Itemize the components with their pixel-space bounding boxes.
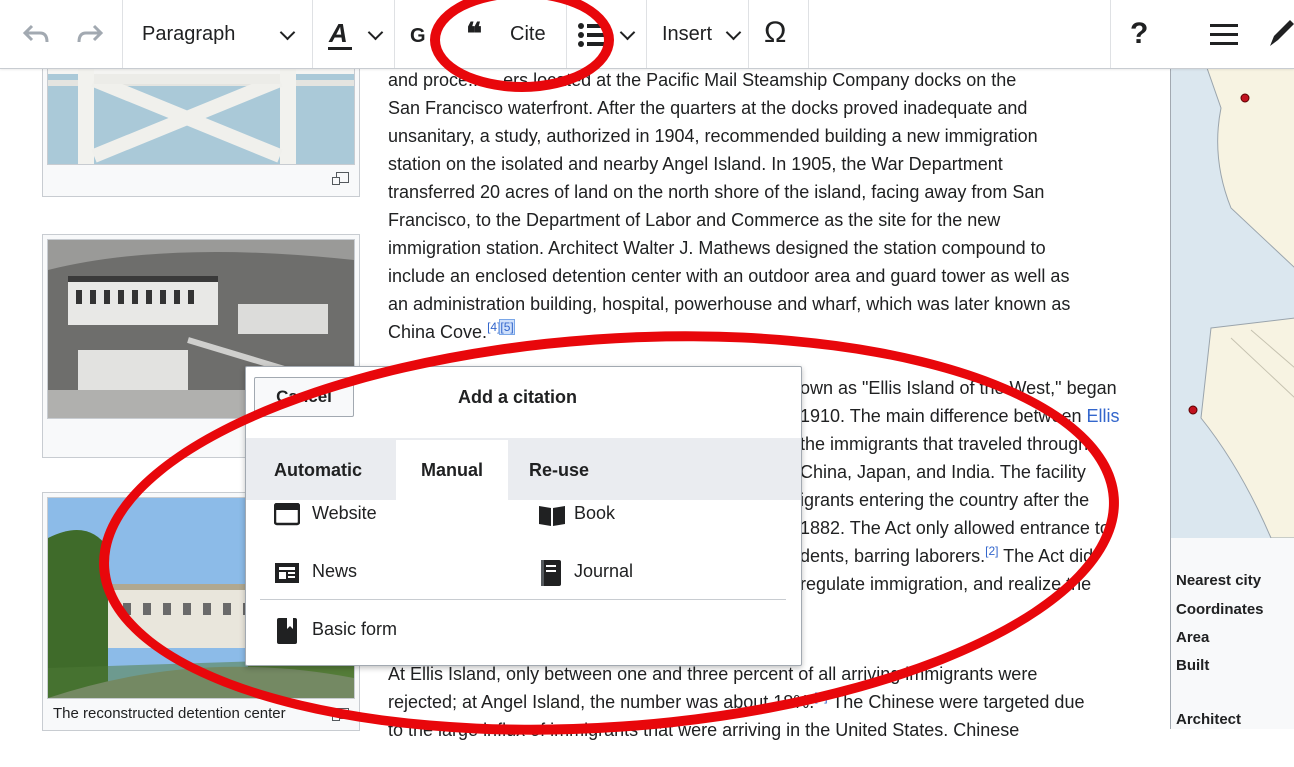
- text-span: The Chinese were targeted due: [827, 692, 1085, 712]
- enlarge-icon[interactable]: [332, 172, 349, 185]
- journal-option[interactable]: Journal: [538, 557, 778, 593]
- text-line: an administration building, hospital, po…: [388, 294, 1071, 314]
- text-line: igrants entering the country after the: [800, 490, 1090, 510]
- basic-form-option[interactable]: Basic form: [276, 615, 516, 651]
- svg-text:G: G: [410, 25, 426, 47]
- insert-dropdown[interactable]: Insert: [646, 0, 748, 68]
- add-citation-dialog: Cancel Add a citation Automatic Manual R…: [245, 366, 802, 666]
- menu-icon[interactable]: [1210, 23, 1240, 47]
- dialog-divider: [260, 599, 786, 600]
- text-line: and proce... ...ers located at the Pacif…: [388, 70, 1017, 90]
- cancel-button[interactable]: Cancel: [254, 377, 354, 417]
- paragraph-format-dropdown[interactable]: Paragraph: [122, 0, 312, 68]
- guard-tower-photo[interactable]: [47, 59, 355, 165]
- text-line: San Francisco waterfront. After the quar…: [388, 98, 1028, 118]
- reference-2[interactable]: [2]: [985, 544, 998, 558]
- reference-5-selected[interactable]: [5]: [499, 319, 515, 335]
- thumbnail-frame-1: [42, 58, 360, 197]
- svg-text:A: A: [328, 18, 348, 48]
- text-line: own as "Ellis Island of the West," began: [800, 378, 1117, 398]
- tab-manual[interactable]: Manual: [396, 440, 508, 500]
- book-label: Book: [574, 503, 616, 523]
- quote-icon: ❝: [466, 17, 483, 52]
- tab-re-use[interactable]: Re-use: [529, 440, 589, 500]
- article-paragraph-1: and proce... ...ers located at the Pacif…: [388, 66, 1148, 346]
- thumbnail-caption: The reconstructed detention center: [53, 705, 286, 722]
- text-line: China Cove.[4][5]: [388, 318, 1148, 346]
- text-span: China Cove.: [388, 322, 488, 342]
- enlarge-icon[interactable]: [332, 708, 349, 721]
- chevron-down-icon: [367, 24, 384, 41]
- text-line: station on the isolated and nearby Angel…: [388, 154, 1003, 174]
- newspaper-icon: [275, 563, 299, 583]
- undo-icon[interactable]: [22, 22, 50, 46]
- special-character-icon[interactable]: Ω: [764, 15, 786, 51]
- text-span: dents, barring laborers.: [800, 546, 986, 566]
- location-map[interactable]: [1171, 68, 1294, 538]
- book-icon: [539, 506, 565, 526]
- cite-label: Cite: [510, 23, 546, 45]
- editor-toolbar: Paragraph A G ❝ Cite Insert Ω ?: [0, 0, 1294, 69]
- basic-form-label: Basic form: [312, 619, 398, 639]
- bookmark-form-icon: [277, 618, 297, 644]
- text-style-dropdown[interactable]: A: [312, 0, 394, 68]
- text-line: immigration station. Architect Walter J.…: [388, 238, 1046, 258]
- text-line: China, Japan, and India. The facility: [800, 462, 1086, 482]
- ellis-island-link[interactable]: Ellis: [1087, 406, 1120, 426]
- infobox-label-nearest-city: Nearest city: [1176, 572, 1262, 589]
- article-paragraph-2: own as "Ellis Island of the West," began…: [800, 374, 1160, 598]
- redo-icon[interactable]: [76, 22, 104, 46]
- tab-automatic[interactable]: Automatic: [274, 440, 362, 500]
- insert-label: Insert: [662, 23, 713, 45]
- link-icon[interactable]: G: [410, 22, 440, 48]
- text-line: rejected; at Angel Island, the number wa…: [388, 688, 1148, 716]
- infobox-label-built: Built: [1176, 657, 1210, 674]
- text-line: dents, barring laborers.[2] The Act did: [800, 542, 1160, 570]
- chevron-down-icon: [619, 24, 636, 41]
- website-label: Website: [312, 503, 377, 523]
- list-dropdown[interactable]: [566, 0, 646, 68]
- book-option[interactable]: Book: [538, 499, 778, 535]
- infobox-label-architect: Architect: [1176, 711, 1242, 728]
- text-style-icon: A: [328, 18, 352, 50]
- help-icon[interactable]: ?: [1130, 16, 1148, 52]
- text-line: Francisco, to the Department of Labor an…: [388, 210, 1001, 230]
- browser-window-icon: [274, 503, 300, 526]
- text-span: The Act did: [998, 546, 1094, 566]
- reference-6[interactable]: [6]: [814, 690, 827, 704]
- text-span: rejected; at Angel Island, the number wa…: [388, 692, 815, 712]
- journal-label: Journal: [574, 561, 634, 581]
- news-option[interactable]: News: [274, 557, 514, 593]
- article-paragraph-3: At Ellis Island, only between one and th…: [388, 660, 1148, 744]
- chevron-down-icon: [279, 24, 296, 41]
- text-line: the immigrants that traveled through: [800, 434, 1089, 454]
- text-line: unsanitary, a study, authorized in 1904,…: [388, 126, 1038, 146]
- journal-icon: [541, 560, 561, 586]
- text-line: 1910. The main difference between Ellis: [800, 402, 1160, 430]
- paragraph-label: Paragraph: [142, 23, 236, 45]
- news-label: News: [312, 561, 358, 581]
- text-line: include an enclosed detention center wit…: [388, 266, 1070, 286]
- infobox-label-area: Area: [1176, 629, 1210, 646]
- chevron-down-icon: [725, 24, 742, 41]
- bulleted-list-icon: [578, 23, 605, 47]
- cite-button[interactable]: ❝ Cite: [448, 0, 568, 68]
- text-line: transferred 20 acres of land on the nort…: [388, 182, 1045, 202]
- text-span: 1910. The main difference between: [800, 406, 1087, 426]
- website-option[interactable]: Website: [274, 499, 514, 535]
- text-line: 1882. The Act only allowed entrance to: [800, 518, 1110, 538]
- text-line: to the large influx of immigrants that w…: [388, 720, 1020, 740]
- infobox-label-coordinates: Coordinates: [1176, 601, 1264, 618]
- reference-4[interactable]: [4]: [487, 320, 500, 334]
- dialog-title: Add a citation: [458, 387, 578, 407]
- text-line: regulate immigration, and realize the: [800, 574, 1092, 594]
- edit-pencil-icon[interactable]: [1266, 18, 1294, 50]
